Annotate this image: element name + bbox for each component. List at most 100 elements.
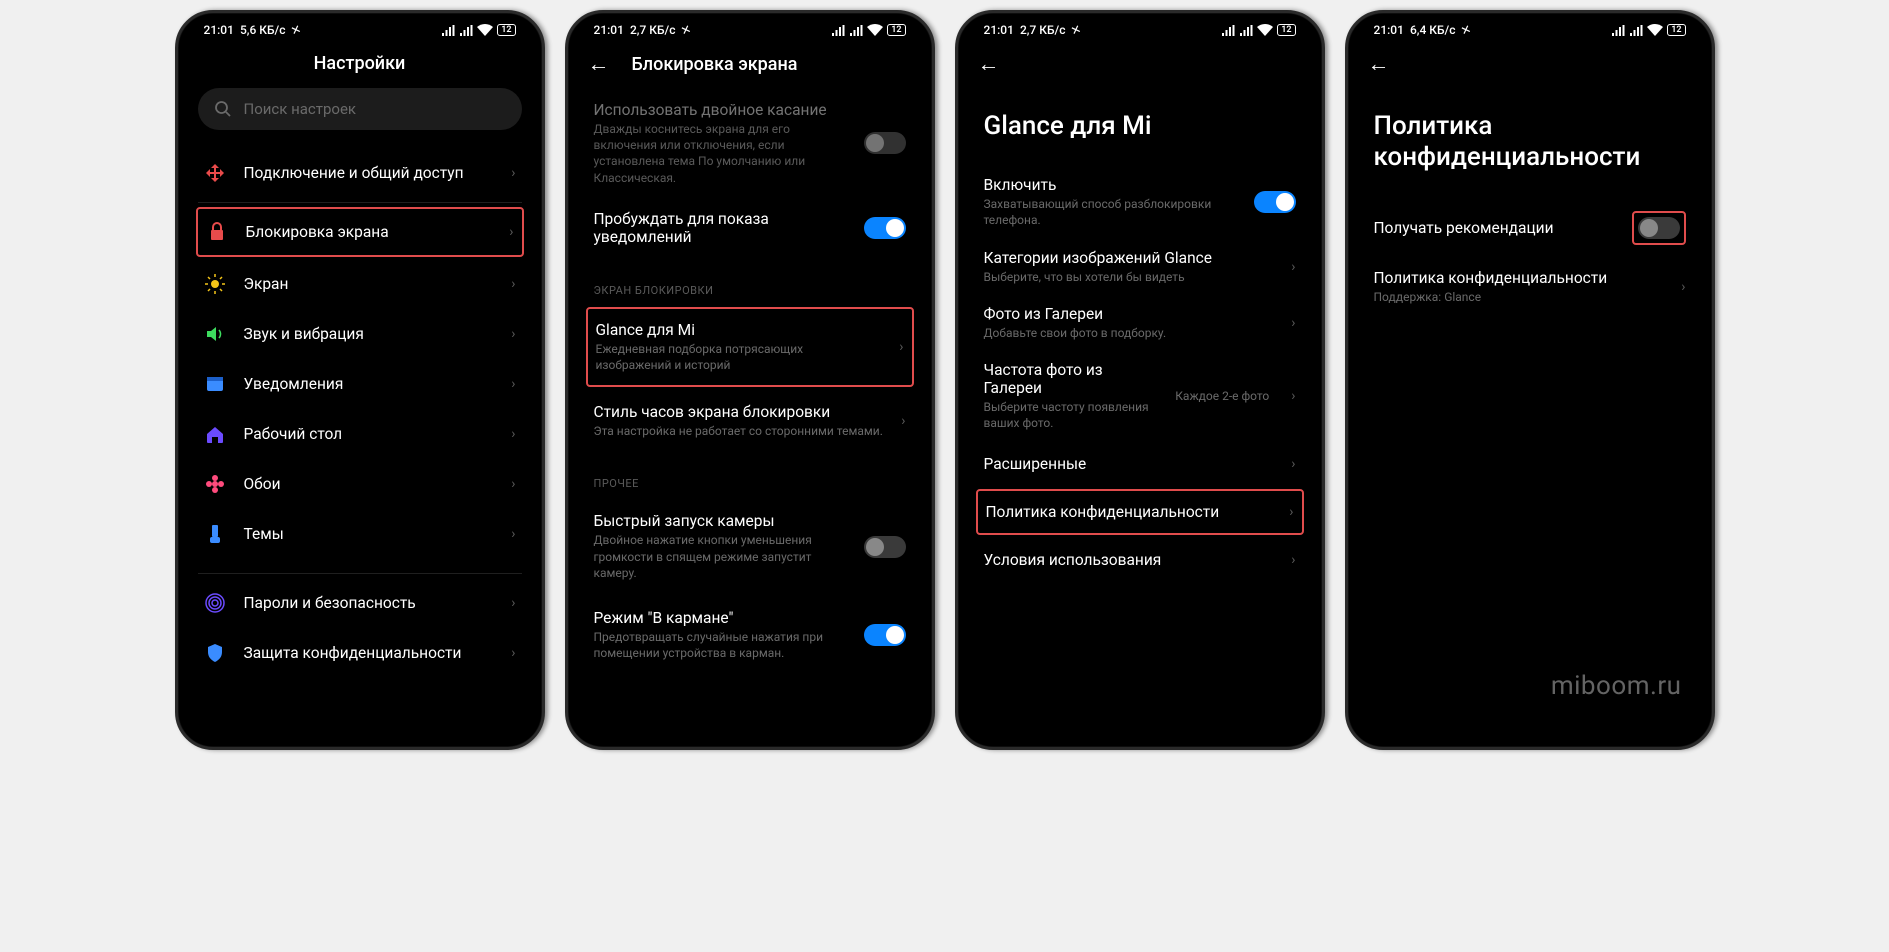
search-icon <box>214 100 232 118</box>
chevron-right-icon: › <box>1291 388 1295 404</box>
brush-icon <box>204 523 226 545</box>
item-glance[interactable]: Glance для Mi Ежедневная подборка потряс… <box>586 307 914 387</box>
item-passwords[interactable]: Пароли и безопасность › <box>198 578 522 628</box>
status-bar: 21:016,4 КБ/с✕ 12 <box>1348 13 1712 43</box>
chevron-right-icon: › <box>1291 456 1295 472</box>
back-button[interactable]: ← <box>588 51 610 77</box>
chevron-right-icon: › <box>511 376 515 392</box>
item-label: Категории изображений Glance <box>984 249 1274 267</box>
item-sound[interactable]: Звук и вибрация › <box>198 309 522 359</box>
item-themes[interactable]: Темы › <box>198 509 522 559</box>
item-privacy-policy[interactable]: Политика конфиденциальности › <box>976 489 1304 535</box>
item-frequency[interactable]: Частота фото из Галереи Выберите частоту… <box>978 351 1302 441</box>
phone-settings: 21:01 5,6 КБ/с ✕ 12 Настройки Поиск наст… <box>175 10 545 750</box>
vibrate-icon: ✕ <box>1069 22 1083 39</box>
chevron-right-icon: › <box>1291 259 1295 275</box>
back-button[interactable]: ← <box>1368 51 1390 77</box>
chevron-right-icon: › <box>899 339 903 355</box>
chevron-right-icon: › <box>511 476 515 492</box>
item-label: Уведомления <box>244 375 494 393</box>
item-label: Подключение и общий доступ <box>244 164 494 182</box>
search-input[interactable]: Поиск настроек <box>198 88 522 130</box>
item-doubletap[interactable]: Использовать двойное касание Дважды косн… <box>588 91 912 196</box>
toggle-pocket[interactable] <box>864 624 906 646</box>
chevron-right-icon: › <box>1291 315 1295 331</box>
item-clockstyle[interactable]: Стиль часов экрана блокировки Эта настро… <box>588 389 912 453</box>
chevron-right-icon: › <box>901 413 905 429</box>
chevron-right-icon: › <box>509 224 513 240</box>
status-time: 21:01 <box>594 23 624 37</box>
lock-icon <box>206 221 228 243</box>
item-privacy-link[interactable]: Политика конфиденциальности Поддержка: G… <box>1368 259 1692 315</box>
item-camera[interactable]: Быстрый запуск камеры Двойное нажатие кн… <box>588 498 912 595</box>
status-bar: 21:012,7 КБ/с✕ 12 <box>568 13 932 43</box>
toggle-enable[interactable] <box>1254 191 1296 213</box>
sun-icon <box>204 273 226 295</box>
item-label: Политика конфиденциальности <box>1374 269 1664 287</box>
wifi-icon <box>867 24 883 36</box>
signal-icon <box>1611 25 1625 36</box>
item-terms[interactable]: Условия использования › <box>978 537 1302 583</box>
item-wake[interactable]: Пробуждать для показа уведомлений <box>588 196 912 260</box>
back-button[interactable]: ← <box>978 51 1000 77</box>
signal-icon <box>831 25 845 36</box>
item-categories[interactable]: Категории изображений Glance Выберите, ч… <box>978 239 1302 295</box>
item-label: Частота фото из Галереи <box>984 361 1158 397</box>
chevron-right-icon: › <box>511 595 515 611</box>
fingerprint-icon <box>204 592 226 614</box>
chevron-right-icon: › <box>511 276 515 292</box>
item-wallpaper[interactable]: Обои › <box>198 459 522 509</box>
item-sub: Двойное нажатие кнопки уменьшения громко… <box>594 532 846 581</box>
section-lockscreen: ЭКРАН БЛОКИРОВКИ <box>588 260 912 305</box>
item-privacy[interactable]: Защита конфиденциальности › <box>198 628 522 678</box>
item-recommendations[interactable]: Получать рекомендации <box>1368 197 1692 259</box>
item-sub: Дважды коснитесь экрана для его включени… <box>594 121 846 186</box>
signal-icon <box>459 25 473 36</box>
item-value: Каждое 2-е фото <box>1175 389 1269 403</box>
item-enable[interactable]: Включить Захватывающий способ разблокиро… <box>978 166 1302 238</box>
battery-icon: 12 <box>887 24 905 36</box>
share-icon <box>204 162 226 184</box>
item-label: Использовать двойное касание <box>594 101 846 119</box>
signal-icon <box>441 25 455 36</box>
status-time: 21:01 <box>204 23 234 37</box>
item-connection[interactable]: Подключение и общий доступ › <box>198 148 522 198</box>
item-advanced[interactable]: Расширенные › <box>978 441 1302 487</box>
status-speed: 2,7 КБ/с <box>1020 23 1066 37</box>
item-sub: Выберите, что вы хотели бы видеть <box>984 269 1274 285</box>
item-label: Темы <box>244 525 494 543</box>
item-label: Получать рекомендации <box>1374 219 1614 237</box>
phone-glance: 21:012,7 КБ/с✕ 12 ← Glance для Mi Включи… <box>955 10 1325 750</box>
status-time: 21:01 <box>1374 23 1404 37</box>
signal-icon <box>1629 25 1643 36</box>
item-label: Стиль часов экрана блокировки <box>594 403 884 421</box>
page-title: Блокировка экрана <box>632 54 798 75</box>
vibrate-icon: ✕ <box>289 22 303 39</box>
item-label: Блокировка экрана <box>246 223 492 241</box>
item-gallery[interactable]: Фото из Галереи Добавьте свои фото в под… <box>978 295 1302 351</box>
toggle-doubletap[interactable] <box>864 132 906 154</box>
item-pocket[interactable]: Режим "В кармане" Предотвращать случайны… <box>588 595 912 675</box>
item-label: Расширенные <box>984 455 1274 473</box>
item-sub: Захватывающий способ разблокировки телеф… <box>984 196 1236 228</box>
item-label: Звук и вибрация <box>244 325 494 343</box>
item-label: Условия использования <box>984 551 1274 569</box>
toggle-recommendations[interactable] <box>1638 217 1680 239</box>
notification-icon <box>204 373 226 395</box>
item-display[interactable]: Экран › <box>198 259 522 309</box>
signal-icon <box>1239 25 1253 36</box>
toggle-wake[interactable] <box>864 217 906 239</box>
wifi-icon <box>1647 24 1663 36</box>
section-other: ПРОЧЕЕ <box>588 453 912 498</box>
phone-lockscreen-settings: 21:012,7 КБ/с✕ 12 ← Блокировка экрана Ис… <box>565 10 935 750</box>
highlight-box <box>1632 211 1686 245</box>
vibrate-icon: ✕ <box>1459 22 1473 39</box>
status-speed: 6,4 КБ/с <box>1410 23 1456 37</box>
item-lockscreen[interactable]: Блокировка экрана › <box>196 207 524 257</box>
chevron-right-icon: › <box>511 326 515 342</box>
page-header: ← <box>1348 43 1712 91</box>
item-notifications[interactable]: Уведомления › <box>198 359 522 409</box>
toggle-camera[interactable] <box>864 536 906 558</box>
item-home[interactable]: Рабочий стол › <box>198 409 522 459</box>
status-bar: 21:012,7 КБ/с✕ 12 <box>958 13 1322 43</box>
